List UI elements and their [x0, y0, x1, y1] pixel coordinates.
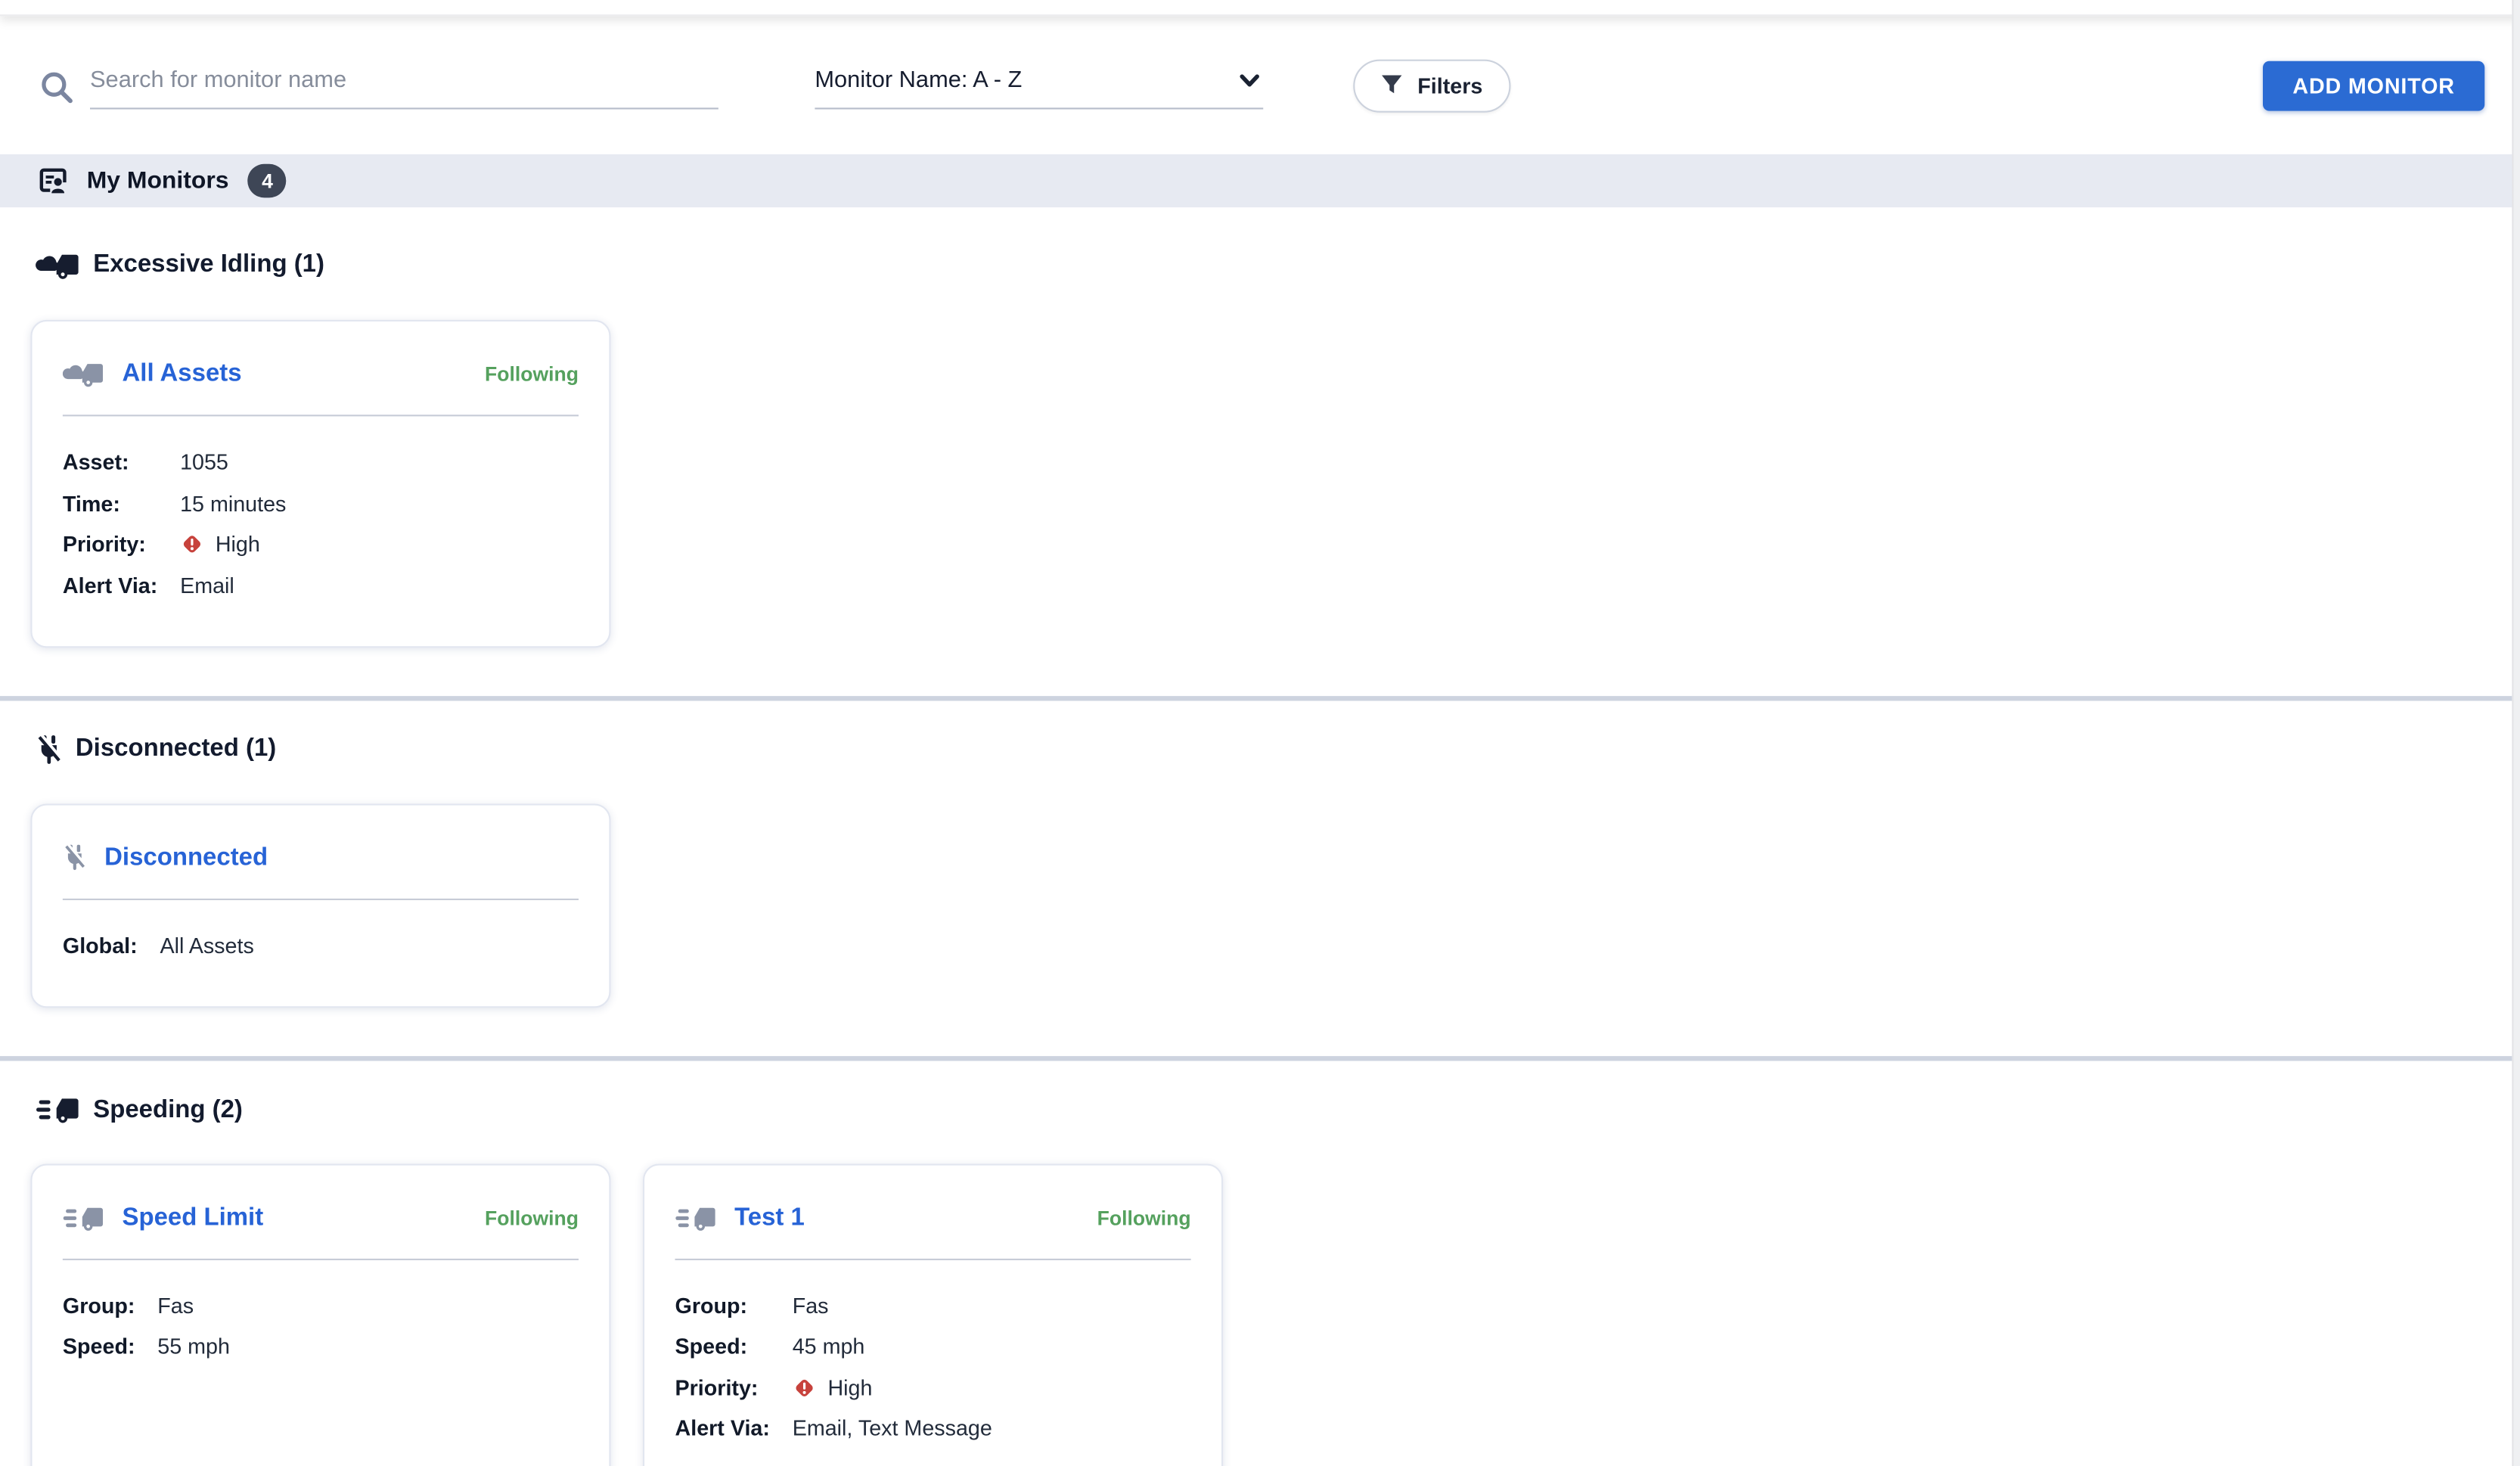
section-disconnected: Disconnected (1) Disconnected Global: Al…	[0, 732, 2520, 1061]
monitor-card-disconnected: Disconnected Global: All Assets	[30, 803, 611, 1008]
field-value: Fas	[157, 1293, 194, 1318]
following-toggle[interactable]: Following	[485, 363, 579, 386]
field-value: All Assets	[160, 933, 254, 958]
plug-off-icon	[65, 843, 87, 871]
card-fields: Group: Fas Speed: 45 mph Priority: High …	[675, 1294, 1191, 1440]
section-title: Excessive Idling (1)	[93, 250, 324, 278]
monitor-count-badge: 4	[247, 163, 287, 198]
monitor-title-link[interactable]: Disconnected	[104, 843, 268, 872]
card-divider	[675, 1257, 1191, 1259]
monitor-card-speed-limit: Speed Limit Following Group: Fas Speed: …	[30, 1163, 611, 1466]
field-value: Email	[180, 573, 234, 598]
priority-high-icon	[183, 536, 201, 553]
field-label: Asset:	[62, 450, 129, 474]
field-label: Alert Via:	[62, 573, 158, 598]
top-app-bar-edge	[0, 0, 2520, 17]
field-value: 1055	[180, 450, 228, 474]
sort-select-value: Monitor Name: A - Z	[815, 67, 1023, 94]
monitor-title-link[interactable]: All Assets	[123, 360, 242, 389]
field-value: 55 mph	[157, 1334, 230, 1359]
card-header: All Assets Following	[62, 356, 579, 394]
field-value: High	[793, 1375, 1191, 1399]
section-divider	[0, 695, 2520, 700]
card-divider	[62, 1257, 579, 1259]
toolbar: Monitor Name: A - Z Filters ADD MONITOR	[0, 16, 2520, 154]
filters-button-label: Filters	[1417, 73, 1483, 98]
following-toggle[interactable]: Following	[485, 1207, 579, 1229]
monitor-card-test-1: Test 1 Following Group: Fas Speed: 45 mp…	[643, 1163, 1224, 1466]
sort-select[interactable]: Monitor Name: A - Z	[815, 61, 1264, 110]
idling-truck-icon	[62, 364, 103, 387]
my-monitors-label: My Monitors	[86, 167, 229, 195]
my-monitors-icon	[39, 167, 67, 193]
cards-row: All Assets Following Asset: 1055 Time: 1…	[0, 319, 2520, 648]
card-header: Test 1 Following	[675, 1198, 1191, 1237]
card-header: Speed Limit Following	[63, 1198, 579, 1237]
monitor-title-link[interactable]: Speed Limit	[123, 1204, 264, 1232]
my-monitors-bar[interactable]: My Monitors 4	[0, 154, 2520, 208]
section-header: Speeding (2)	[36, 1095, 2520, 1124]
search-input[interactable]	[90, 61, 718, 110]
field-value-text: High	[215, 532, 260, 557]
section-title: Speeding (2)	[93, 1095, 243, 1123]
field-value: Email, Text Message	[792, 1416, 992, 1440]
section-header: Excessive Idling (1)	[36, 251, 2520, 280]
field-value: 15 minutes	[180, 491, 287, 516]
field-label: Priority:	[675, 1374, 759, 1399]
vertical-scrollbar[interactable]	[2512, 0, 2520, 1466]
field-label: Speed:	[675, 1334, 748, 1359]
monitor-card-all-assets: All Assets Following Asset: 1055 Time: 1…	[30, 319, 611, 648]
monitor-title-link[interactable]: Test 1	[734, 1204, 805, 1232]
card-fields: Global: All Assets	[63, 933, 579, 958]
field-value: High	[180, 532, 579, 556]
speeding-truck-icon	[675, 1207, 715, 1230]
cards-row: Speed Limit Following Group: Fas Speed: …	[0, 1163, 2520, 1466]
plug-off-icon	[38, 733, 63, 763]
monitors-page: Monitor Name: A - Z Filters ADD MONITOR …	[0, 0, 2520, 1466]
field-label: Group:	[62, 1293, 135, 1318]
field-value-text: High	[827, 1374, 873, 1399]
field-label: Group:	[675, 1293, 748, 1318]
field-label: Alert Via:	[675, 1416, 770, 1440]
section-speeding: Speeding (2) Speed Limit Following Group…	[0, 1095, 2520, 1466]
speeding-truck-icon	[36, 1098, 79, 1123]
field-label: Priority:	[62, 532, 146, 557]
field-label: Speed:	[62, 1334, 135, 1359]
speeding-truck-icon	[63, 1207, 103, 1230]
section-excessive-idling: Excessive Idling (1) All Assets Followin…	[0, 251, 2520, 700]
field-label: Global:	[62, 933, 138, 958]
section-title: Disconnected (1)	[75, 735, 277, 763]
filter-funnel-icon	[1382, 75, 1402, 94]
idling-truck-icon	[36, 253, 79, 278]
card-fields: Asset: 1055 Time: 15 minutes Priority: H…	[63, 450, 579, 597]
add-monitor-button[interactable]: ADD MONITOR	[2263, 60, 2485, 110]
priority-high-icon	[796, 1378, 813, 1396]
following-toggle[interactable]: Following	[1097, 1207, 1191, 1229]
filters-button[interactable]: Filters	[1353, 58, 1510, 112]
chevron-down-icon	[1240, 73, 1259, 86]
cards-row: Disconnected Global: All Assets	[0, 803, 2520, 1008]
card-divider	[62, 897, 579, 899]
field-label: Time:	[62, 491, 120, 516]
field-value: Fas	[792, 1293, 829, 1318]
card-fields: Group: Fas Speed: 55 mph	[63, 1294, 579, 1359]
card-header: Disconnected	[63, 838, 579, 877]
search-icon	[42, 71, 73, 103]
section-divider	[0, 1055, 2520, 1061]
field-value: 45 mph	[792, 1334, 865, 1359]
search-box	[39, 61, 718, 110]
section-header: Disconnected (1)	[36, 732, 2520, 766]
card-divider	[62, 415, 579, 417]
